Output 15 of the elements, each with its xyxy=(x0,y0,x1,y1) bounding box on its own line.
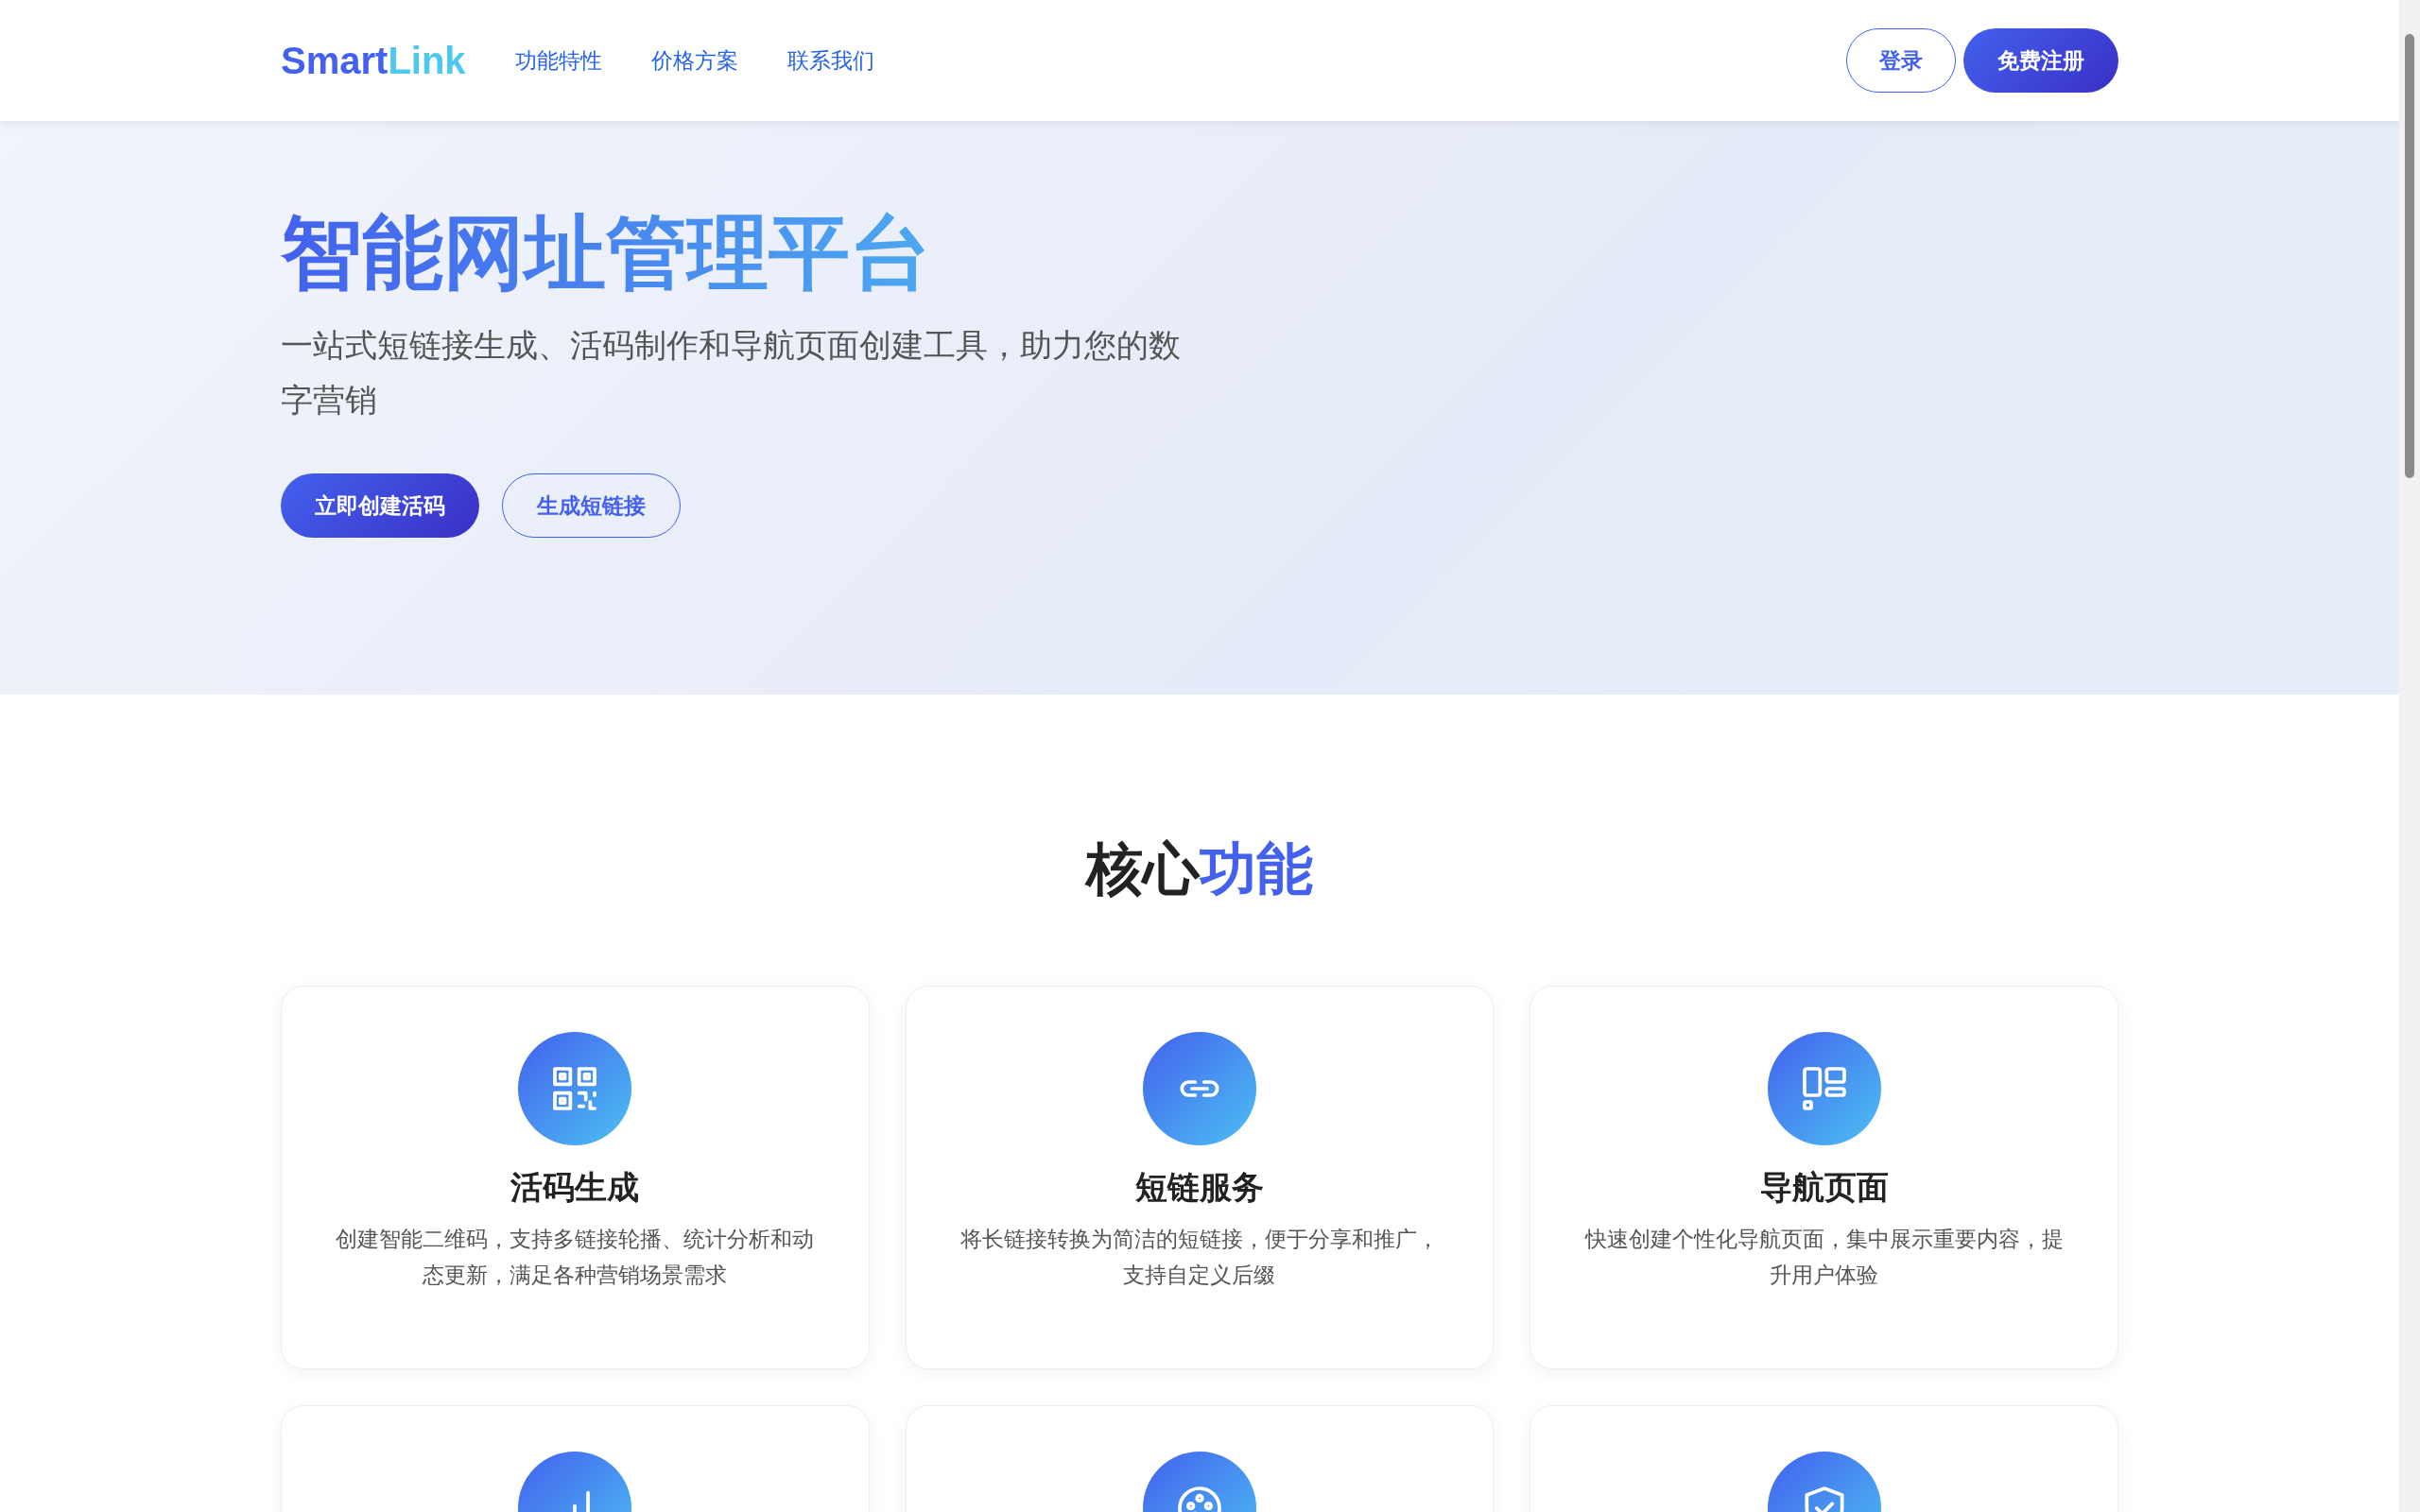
nav-link[interactable]: 联系我们 xyxy=(786,43,874,77)
card-description: 快速创建个性化导航页面，集中展示重要内容，提升用户体验 xyxy=(1583,1225,2065,1289)
register-button[interactable]: 免费注册 xyxy=(1963,28,2118,93)
card-title: 短链服务 xyxy=(1135,1168,1264,1207)
card-title: 活码生成 xyxy=(510,1168,640,1207)
card-description: 将长链接转换为简洁的短链接，便于分享和推广，支持自定义后缀 xyxy=(959,1225,1440,1289)
nav-link[interactable]: 功能特性 xyxy=(514,43,602,77)
section-title: 核心功能 xyxy=(1083,834,1314,902)
card-description: 创建智能二维码，支持多链接轮播、统计分析和动态更新，满足各种营销场景需求 xyxy=(335,1225,816,1289)
create-code-button[interactable]: 立即创建活码 xyxy=(281,472,479,538)
hero-subtitle: 一站式短链接生成、活码制作和导航页面创建工具，助力您的数字营销 xyxy=(281,325,1182,421)
brand-logo[interactable]: SmartLink xyxy=(281,32,466,89)
nav-link[interactable]: 价格方案 xyxy=(650,43,738,77)
card-title: 导航页面 xyxy=(1759,1168,1889,1207)
scrollbar-thumb[interactable] xyxy=(2405,34,2414,478)
